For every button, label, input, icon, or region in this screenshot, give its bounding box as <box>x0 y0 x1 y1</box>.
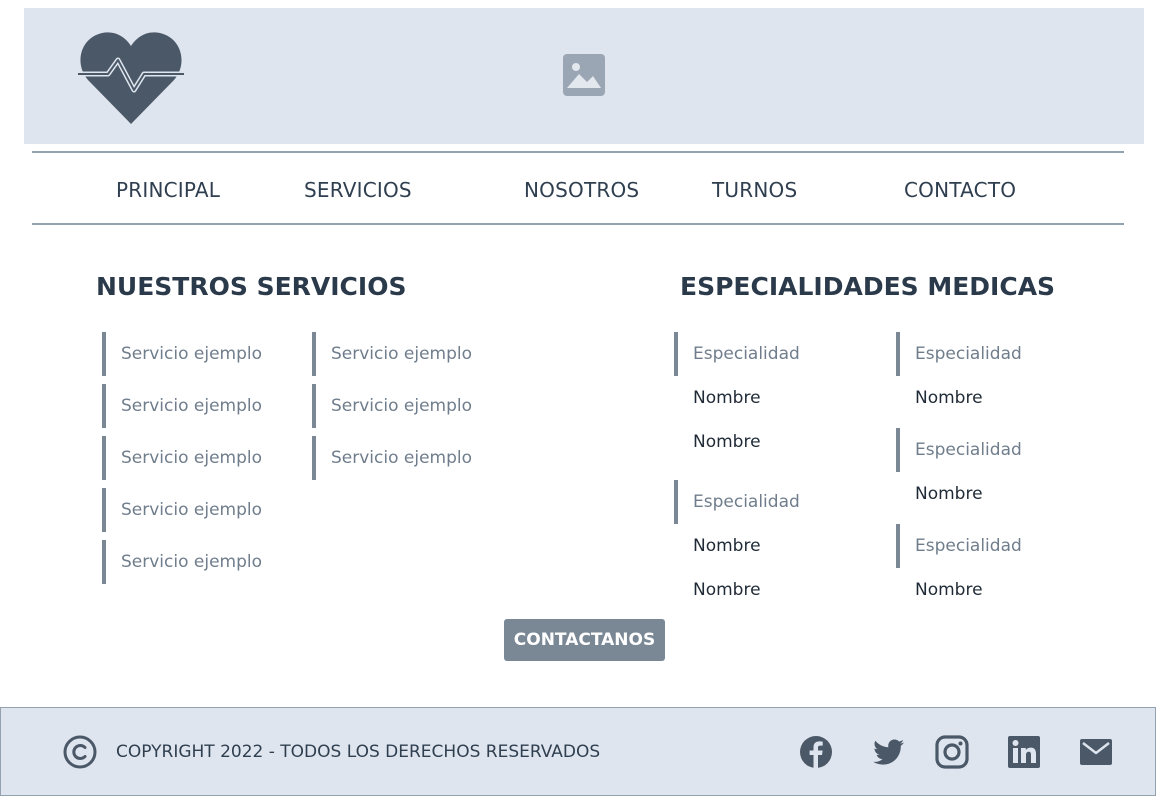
service-item[interactable]: Servicio ejemplo <box>102 332 302 376</box>
especialidad-heading[interactable]: Especialidad <box>896 524 1096 568</box>
service-item[interactable]: Servicio ejemplo <box>312 332 512 376</box>
especialidad-heading[interactable]: Especialidad <box>896 428 1096 472</box>
facebook-icon[interactable] <box>798 734 834 770</box>
copyright-text: COPYRIGHT 2022 - TODOS LOS DERECHOS RESE… <box>116 742 601 762</box>
service-item[interactable]: Servicio ejemplo <box>312 384 512 428</box>
doctor-name: Nombre <box>915 484 983 504</box>
nav-bottom-divider <box>32 223 1124 225</box>
copyright-icon <box>63 735 97 769</box>
service-item[interactable]: Servicio ejemplo <box>102 384 302 428</box>
linkedin-icon[interactable] <box>1006 734 1042 770</box>
image-placeholder-icon <box>563 54 605 96</box>
doctor-name: Nombre <box>915 388 983 408</box>
service-item[interactable]: Servicio ejemplo <box>312 436 512 480</box>
service-item[interactable]: Servicio ejemplo <box>102 488 302 532</box>
doctor-name: Nombre <box>915 580 983 600</box>
service-item[interactable]: Servicio ejemplo <box>102 436 302 480</box>
heart-pulse-icon[interactable] <box>78 28 184 128</box>
nav-item-turnos[interactable]: TURNOS <box>712 176 797 204</box>
nav-item-principal[interactable]: PRINCIPAL <box>116 176 220 204</box>
doctor-name: Nombre <box>693 536 761 556</box>
especialidades-title: ESPECIALIDADES MEDICAS <box>680 272 1056 301</box>
nav-top-divider <box>32 151 1124 153</box>
mail-icon[interactable] <box>1078 734 1114 770</box>
servicios-title: NUESTROS SERVICIOS <box>96 272 407 301</box>
doctor-name: Nombre <box>693 580 761 600</box>
nav-item-nosotros[interactable]: NOSOTROS <box>524 176 639 204</box>
twitter-icon[interactable] <box>870 734 906 770</box>
contactanos-button[interactable]: CONTACTANOS <box>504 619 665 661</box>
especialidad-heading[interactable]: Especialidad <box>674 480 874 524</box>
site-header <box>24 8 1144 144</box>
service-item[interactable]: Servicio ejemplo <box>102 540 302 584</box>
nav-item-contacto[interactable]: CONTACTO <box>904 176 1016 204</box>
nav-item-servicios[interactable]: SERVICIOS <box>304 176 412 204</box>
instagram-icon[interactable] <box>934 734 970 770</box>
especialidad-heading[interactable]: Especialidad <box>896 332 1096 376</box>
especialidad-heading[interactable]: Especialidad <box>674 332 874 376</box>
doctor-name: Nombre <box>693 388 761 408</box>
doctor-name: Nombre <box>693 432 761 452</box>
